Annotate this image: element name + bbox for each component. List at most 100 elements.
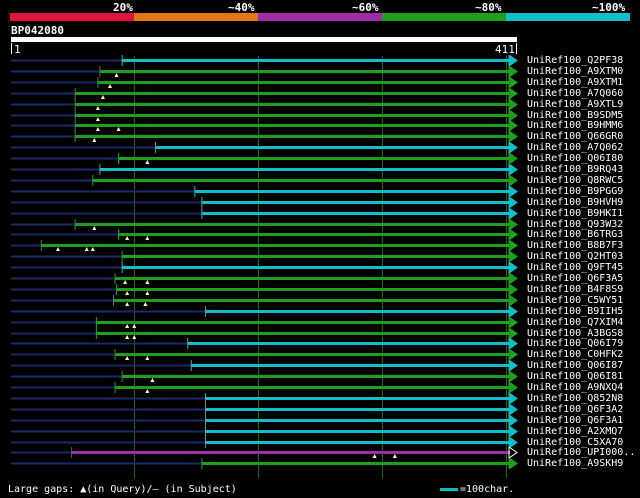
hit-track [11,251,518,262]
hit-row[interactable]: UniRef100_B9RQ43 [0,164,640,175]
arrow-head-icon [508,164,518,175]
hit-track [11,415,518,426]
hit-label[interactable]: UniRef100_C5WY51 [527,295,623,306]
hit-track [11,88,518,99]
hit-row[interactable]: UniRef100_Q7XIM4 [0,317,640,328]
hit-row[interactable]: UniRef100_Q66GR0 [0,131,640,142]
hit-label[interactable]: UniRef100_A9XTM1 [527,77,623,88]
hit-track [11,393,518,404]
hit-label[interactable]: UniRef100_Q6F3A1 [527,415,623,426]
hit-track [11,306,518,317]
hit-label[interactable]: UniRef100_B9RQ43 [527,164,623,175]
hit-row[interactable]: UniRef100_Q06I81 [0,371,640,382]
hit-row[interactable]: UniRef100_B9PGG9 [0,186,640,197]
hit-label[interactable]: UniRef100_B9HVH9 [527,197,623,208]
hit-row[interactable]: UniRef100_Q06I80 [0,153,640,164]
hit-row[interactable]: UniRef100_C5WY51 [0,295,640,306]
hit-row[interactable]: UniRef100_Q6F3A1 [0,415,640,426]
hit-row[interactable]: UniRef100_Q6F3A2 [0,404,640,415]
hit-label[interactable]: UniRef100_Q06I81 [527,371,623,382]
hit-row[interactable]: UniRef100_B8B7F3 [0,240,640,251]
hit-label[interactable]: UniRef100_A2XMQ7 [527,426,623,437]
arrow-head-icon [508,208,518,219]
hit-track [11,284,518,295]
hit-track [11,208,518,219]
hit-row[interactable]: UniRef100_A9NXQ4 [0,382,640,393]
hit-label[interactable]: UniRef100_Q2HT03 [527,251,623,262]
hit-row[interactable]: UniRef100_Q2HT03 [0,251,640,262]
arrow-head-icon [508,338,518,349]
hit-row[interactable]: UniRef100_B9HVH9 [0,197,640,208]
hit-track [11,349,518,360]
hit-label[interactable]: UniRef100_B9HKI1 [527,208,623,219]
hit-row[interactable]: UniRef100_Q852N8 [0,393,640,404]
hit-label[interactable]: UniRef100_Q7XIM4 [527,317,623,328]
hit-track [11,229,518,240]
hit-label[interactable]: UniRef100_B6TRG3 [527,229,623,240]
hit-row[interactable]: UniRef100_C0HFK2 [0,349,640,360]
arrow-head-icon [508,404,518,415]
hit-label[interactable]: UniRef100_Q06I87 [527,360,623,371]
arrow-head-icon [508,317,518,328]
hit-label[interactable]: UniRef100_A7Q062 [527,142,623,153]
hit-row[interactable]: UniRef100_Q6F3A5 [0,273,640,284]
hit-label[interactable]: UniRef100_Q852N8 [527,393,623,404]
hit-row[interactable]: UniRef100_B6TRG3 [0,229,640,240]
hit-label[interactable]: UniRef100_A9XTM0 [527,66,623,77]
hit-label[interactable]: UniRef100_B4F8S9 [527,284,623,295]
hit-label[interactable]: UniRef100_Q06I80 [527,153,623,164]
hit-track [11,262,518,273]
hit-row[interactable]: UniRef100_B4F8S9 [0,284,640,295]
hit-label[interactable]: UniRef100_B9IIH5 [527,306,623,317]
hit-track [11,404,518,415]
arrow-head-icon [508,153,518,164]
hit-row[interactable]: UniRef100_B9IIH5 [0,306,640,317]
hit-label[interactable]: UniRef100_C0HFK2 [527,349,623,360]
hit-row[interactable]: UniRef100_B9HMM6 [0,120,640,131]
hit-label[interactable]: UniRef100_Q9FT45 [527,262,623,273]
hit-label[interactable]: UniRef100_B8B7F3 [527,240,623,251]
hit-track [11,317,518,328]
hit-label[interactable]: UniRef100_Q8RWC5 [527,175,623,186]
arrow-head-icon [508,447,518,458]
hit-row[interactable]: UniRef100_A9SKH9 [0,458,640,469]
arrow-head-icon [508,175,518,186]
hit-track [11,55,518,66]
hit-row[interactable]: UniRef100_A9XTL9 [0,99,640,110]
hit-label[interactable]: UniRef100_Q66GR0 [527,131,623,142]
hit-label[interactable]: UniRef100_A9SKH9 [527,458,623,469]
hit-label[interactable]: UniRef100_Q06I79 [527,338,623,349]
hit-track [11,153,518,164]
hit-label[interactable]: UniRef100_A7Q060 [527,88,623,99]
hit-track [11,99,518,110]
hit-row[interactable]: UniRef100_Q8RWC5 [0,175,640,186]
hit-label[interactable]: UniRef100_Q6F3A5 [527,273,623,284]
hit-track [11,175,518,186]
hit-row[interactable]: UniRef100_A9XTM0 [0,66,640,77]
hit-row[interactable]: UniRef100_Q9FT45 [0,262,640,273]
hit-row[interactable]: UniRef100_UPI000.. [0,447,640,458]
arrow-head-icon [508,197,518,208]
hit-label[interactable]: UniRef100_B9PGG9 [527,186,623,197]
hit-label[interactable]: UniRef100_Q2PF38 [527,55,623,66]
hit-row[interactable]: UniRef100_A7Q060 [0,88,640,99]
hit-track [11,273,518,284]
hit-row[interactable]: UniRef100_A7Q062 [0,142,640,153]
hit-label[interactable]: UniRef100_A9XTL9 [527,99,623,110]
hit-row[interactable]: UniRef100_A9XTM1 [0,77,640,88]
hit-row[interactable]: UniRef100_A2XMQ7 [0,426,640,437]
arrow-head-icon [508,66,518,77]
arrow-head-icon [508,458,518,469]
hit-label[interactable]: UniRef100_B9HMM6 [527,120,623,131]
hit-track [11,426,518,437]
arrow-head-icon [508,284,518,295]
hit-label[interactable]: UniRef100_A9NXQ4 [527,382,623,393]
hit-row[interactable]: UniRef100_Q06I79 [0,338,640,349]
hit-row[interactable]: UniRef100_Q2PF38 [0,55,640,66]
hit-label[interactable]: UniRef100_Q6F3A2 [527,404,623,415]
arrow-head-icon [508,77,518,88]
hit-track [11,458,518,469]
hit-row[interactable]: UniRef100_B9HKI1 [0,208,640,219]
hit-row[interactable]: UniRef100_Q06I87 [0,360,640,371]
hit-label[interactable]: UniRef100_UPI000.. [527,447,635,458]
